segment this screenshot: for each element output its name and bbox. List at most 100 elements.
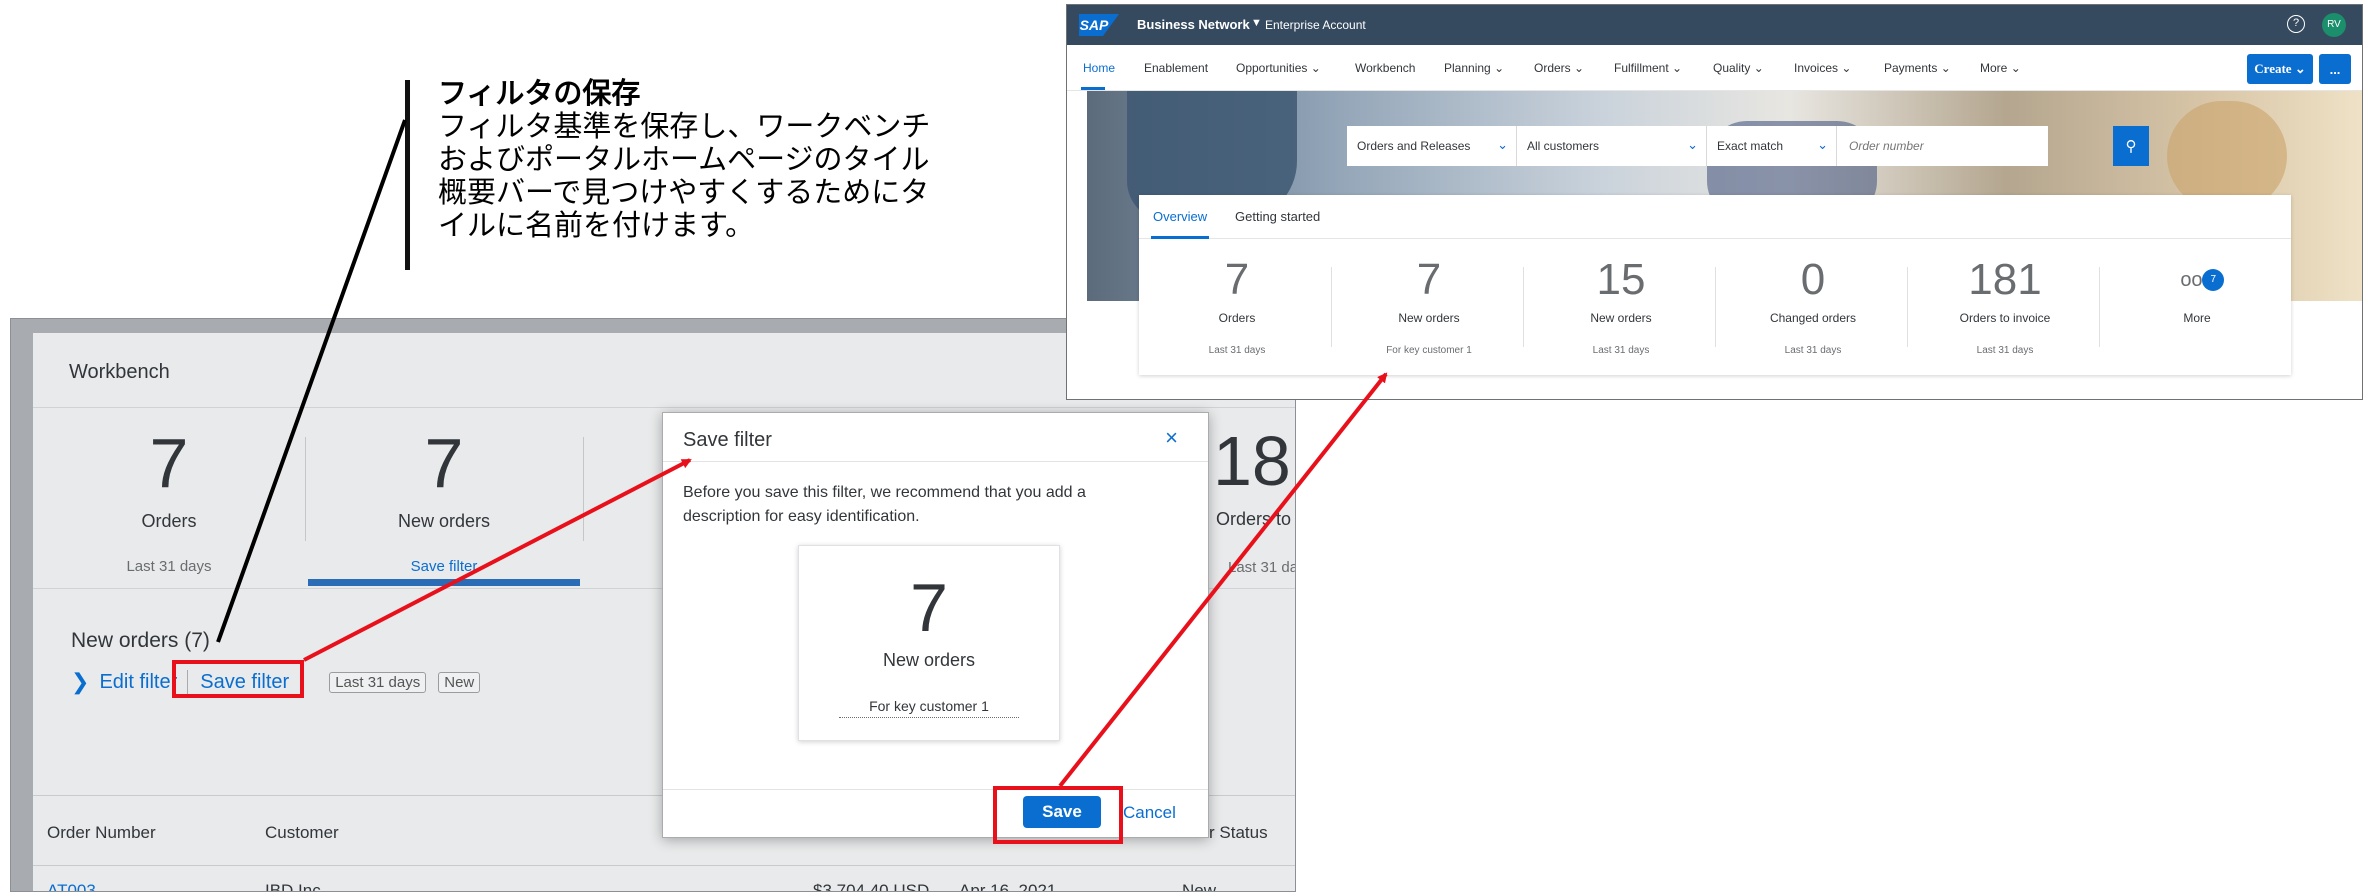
nav-opportunities[interactable]: Opportunities ⌄ [1236,61,1321,75]
section-title: New orders (7) [71,629,210,652]
divider [1331,267,1332,347]
tile-value: 15 [1596,255,1646,304]
callout-body: フィルタ基準を保存し、ワークベンチおよびポータルホームページのタイル概要バーで見… [438,109,931,242]
match-select[interactable]: Exact match ⌄ [1707,126,1837,166]
tile-sub: Last 31 days [1592,345,1650,356]
divider [663,789,1208,790]
tile-value: 7 [1416,255,1442,304]
portal-tile-more[interactable]: ooo 7 More [2101,255,2293,325]
divider [2099,267,2100,347]
active-nav-indicator [1081,87,1105,90]
caret-down-icon[interactable]: ▼ [1251,17,1262,29]
column-header-order-number[interactable]: Order Number [47,823,156,843]
overflow-button[interactable]: ... [2319,54,2351,84]
shell-bar: SAP Business Network ▼ Enterprise Accoun… [1067,5,2362,45]
chevron-down-icon: ⌄ [1817,137,1828,152]
tile-label: New orders [1398,311,1460,325]
portal-tile-new-orders[interactable]: 15 New orders Last 31 days [1525,255,1717,356]
close-icon[interactable]: × [1165,425,1178,451]
divider [305,437,306,541]
nav-label: Payments [1884,61,1938,75]
active-tile-indicator [308,579,580,586]
search-icon[interactable]: ⚲ [2113,126,2149,166]
sap-logo[interactable]: SAP [1079,14,1119,36]
select-value: All customers [1527,139,1600,153]
nav-label: Planning [1444,61,1491,75]
filter-tag: New [438,671,481,693]
chevron-down-icon: ⌄ [2010,61,2021,75]
select-value: Exact match [1717,139,1784,153]
tile-label: Orders [141,511,197,531]
save-filter-dialog: Save filter × Before you save this filte… [662,412,1209,838]
tile-preview: 7 New orders [798,545,1060,741]
more-icon: ooo 7 [2180,255,2225,305]
help-icon[interactable]: ? [2287,15,2305,33]
avatar[interactable]: RV [2322,13,2346,37]
chevron-down-icon: ⌄ [1494,61,1505,75]
divider [663,461,1208,462]
workbench-tile-new-orders[interactable]: 7 New orders Save filter [308,413,580,585]
nav-fulfillment[interactable]: Fulfillment ⌄ [1614,61,1682,75]
tab-getting-started[interactable]: Getting started [1235,209,1320,224]
portal-tile-changed-orders[interactable]: 0 Changed orders Last 31 days [1717,255,1909,356]
overview-card: Overview Getting started 7 Orders Last 3… [1139,195,2291,375]
tile-sub-behind: Last 31 day [1228,559,1295,576]
tile-value: 181 [1968,255,2042,304]
chevron-down-icon: ⌄ [1672,61,1683,75]
create-button[interactable]: Create ⌄ [2247,54,2313,84]
chevron-down-icon: ⌄ [1497,137,1508,152]
workbench-tile-orders[interactable]: 7 Orders Last 31 days [33,413,305,585]
edit-filter-link[interactable]: Edit filter [99,671,177,694]
tile-label: Orders to invoice [1959,311,2051,325]
nav-label: Orders [1534,61,1571,75]
portal-screenshot: SAP Business Network ▼ Enterprise Accoun… [1066,4,2363,400]
order-number-link[interactable]: AT003 [47,881,96,891]
portal-tile-orders[interactable]: 7 Orders Last 31 days [1141,255,1333,356]
column-header-status[interactable]: r Status [1209,823,1268,843]
tab-bar: Overview Getting started [1139,195,2291,239]
tile-value: 7 [910,570,948,646]
chevron-down-icon: ⌄ [1310,61,1321,75]
nav-workbench[interactable]: Workbench [1355,61,1415,75]
tile-sub: Last 31 days [1208,345,1266,356]
nav-more[interactable]: More ⌄ [1980,61,2021,75]
divider [1715,267,1716,347]
callout-bar [405,80,410,270]
tile-label: New orders [1590,311,1652,325]
customer-select[interactable]: All customers ⌄ [1517,126,1707,166]
portal-tile-new-orders-key-customer[interactable]: 7 New orders For key customer 1 [1333,255,1525,356]
nav-label: Fulfillment [1614,61,1669,75]
portal-tile-orders-to-invoice[interactable]: 181 Orders to invoice Last 31 days [1909,255,2101,356]
count-badge: 7 [2202,269,2225,291]
callout: フィルタの保存 フィルタ基準を保存し、ワークベンチおよびポータルホームページのタ… [438,76,958,242]
account-switcher[interactable]: Enterprise Account [1265,18,1366,32]
select-value: Orders and Releases [1357,139,1471,153]
active-tab-indicator [1151,236,1209,239]
nav-planning[interactable]: Planning ⌄ [1444,61,1504,75]
tab-overview[interactable]: Overview [1153,209,1207,224]
chevron-down-icon: ⌄ [1574,61,1585,75]
nav-enablement[interactable]: Enablement [1144,61,1208,75]
document-type-select[interactable]: Orders and Releases ⌄ [1347,126,1517,166]
search-bar: Orders and Releases ⌄ All customers ⌄ Ex… [1347,126,2048,166]
nav-invoices[interactable]: Invoices ⌄ [1794,61,1851,75]
chevron-right-icon[interactable]: ❯ [71,669,89,695]
tile-label: Orders [1218,311,1256,325]
cancel-button[interactable]: Cancel [1123,803,1176,823]
chevron-down-icon: ⌄ [1687,137,1698,152]
tile-description-input[interactable] [839,694,1019,718]
column-header-customer[interactable]: Customer [265,823,339,843]
order-number-input[interactable] [1837,126,2047,166]
nav-orders[interactable]: Orders ⌄ [1534,61,1584,75]
chevron-down-icon: ⌄ [1753,61,1764,75]
nav-quality[interactable]: Quality ⌄ [1713,61,1764,75]
dialog-description: Before you save this filter, we recommen… [683,484,1086,525]
nav-label: Opportunities [1236,61,1308,75]
filter-tag: Last 31 days [329,671,427,693]
divider [1907,267,1908,347]
highlight-save-button [993,786,1123,844]
callout-title: フィルタの保存 [438,76,641,110]
chevron-down-icon: ⌄ [1841,61,1852,75]
nav-home[interactable]: Home [1083,61,1115,75]
nav-payments[interactable]: Payments ⌄ [1884,61,1951,75]
